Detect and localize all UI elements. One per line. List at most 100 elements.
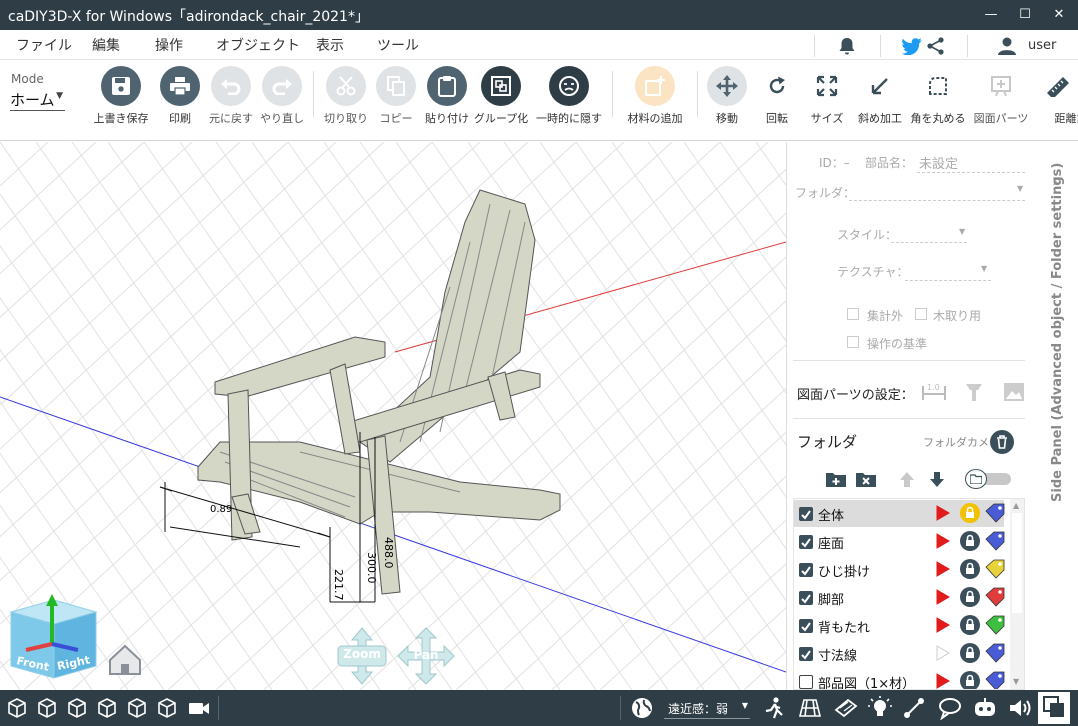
window-mode-button[interactable] [1038,692,1070,724]
walk-person-icon[interactable] [762,696,786,720]
play-icon[interactable] [936,617,950,633]
menu-file[interactable]: ファイル [16,35,72,55]
bell-icon[interactable] [837,36,857,56]
pan-control[interactable]: Pan [396,626,456,686]
menu-edit[interactable]: 編集 [92,35,120,55]
color-tag-icon[interactable] [984,587,1006,607]
cube-front-icon[interactable] [36,698,58,718]
trash-icon[interactable] [990,430,1014,454]
style-select[interactable] [891,242,967,243]
folder-visible-checkbox[interactable] [799,535,813,549]
perspective-select[interactable]: 遠近感：弱 ▼ [664,697,750,719]
move-down-icon[interactable] [929,470,945,488]
add-folder-icon[interactable] [825,470,847,488]
light-bulb-icon[interactable] [868,696,892,720]
board-icon[interactable] [834,696,858,720]
cube-top-icon[interactable] [66,698,88,718]
color-tag-icon[interactable] [984,531,1006,551]
cube-view-icon[interactable] [6,698,28,718]
drawing-parts-button[interactable]: 図面パーツ [974,66,1028,136]
color-tag-icon[interactable] [984,643,1006,663]
share-icon[interactable] [926,37,946,55]
user-icon[interactable] [996,36,1018,56]
lock-icon[interactable] [960,671,980,690]
redo-button[interactable]: やり直し [260,66,304,136]
user-name[interactable]: user [1028,38,1056,53]
menu-view[interactable]: 表示 [316,35,344,55]
folder-view-toggle[interactable] [963,469,1013,489]
adirondack-chair-model[interactable] [197,189,561,595]
lock-icon[interactable] [960,559,980,579]
floor-grid-icon[interactable] [798,696,822,720]
folder-row[interactable]: 部品図（1×材） [794,668,1006,690]
play-icon[interactable] [936,645,950,661]
lock-icon[interactable] [960,531,980,551]
play-icon[interactable] [936,533,950,549]
add-material-button[interactable]: 材料の追加 [628,66,683,136]
folder-row[interactable]: 寸法線 [794,640,1006,667]
mode-select[interactable]: ホーム ▼ [10,89,65,111]
round-corners-button[interactable]: 角を丸める [911,66,966,136]
view-cube[interactable]: Front Right [6,592,106,690]
lock-icon[interactable] [960,587,980,607]
menu-operation[interactable]: 操作 [155,35,183,55]
cutting-checkbox[interactable] [915,308,927,320]
part-name-input[interactable]: 未設定 [919,153,958,172]
folder-list-scrollbar[interactable]: ▲ ▼ [1010,499,1024,689]
camera-icon[interactable] [188,698,210,718]
cube-back-icon[interactable] [126,698,148,718]
scrollbar-thumb[interactable] [1012,513,1022,613]
3d-viewport[interactable]: 488.0 300.0 221.7 0.89 Front Right Zoom … [0,142,786,690]
color-tag-icon[interactable] [984,671,1006,690]
speech-bubble-icon[interactable] [938,696,962,720]
folder-visible-checkbox[interactable] [799,619,813,633]
viewport-canvas[interactable]: 488.0 300.0 221.7 0.89 [0,142,786,690]
home-view-icon[interactable] [106,642,144,676]
twitter-icon[interactable] [901,37,923,55]
folder-visible-checkbox[interactable] [799,563,813,577]
zoom-control[interactable]: Zoom [332,626,392,686]
minimize-button[interactable]: — [978,4,1004,26]
lock-icon[interactable] [960,615,980,635]
play-icon[interactable] [936,561,950,577]
bevel-button[interactable]: 斜め加工 [858,66,902,136]
scroll-down-icon[interactable]: ▼ [1013,677,1019,686]
folder-row[interactable]: ひじ掛け [794,556,1006,583]
color-tag-icon[interactable] [984,503,1006,523]
lock-icon[interactable] [960,503,980,523]
distance-meter-button[interactable]: 距離計 [1038,66,1078,136]
operation-base-checkbox[interactable] [847,336,859,348]
group-button[interactable]: グループ化 [474,66,528,136]
scroll-up-icon[interactable]: ▲ [1013,501,1019,510]
exclude-total-checkbox[interactable] [847,308,859,320]
assistant-robot-icon[interactable] [972,696,998,720]
play-icon[interactable] [936,673,950,689]
folder-row[interactable]: 背もたれ [794,612,1006,639]
folder-visible-checkbox[interactable] [799,675,813,689]
delete-folder-icon[interactable] [855,470,877,488]
folder-select[interactable] [849,200,1025,201]
rear-left-support[interactable] [329,363,361,455]
play-icon[interactable] [936,589,950,605]
drawing-pin-icon[interactable] [963,381,985,403]
close-button[interactable]: ✕ [1046,4,1072,26]
texture-select[interactable] [905,280,991,281]
color-tag-icon[interactable] [984,615,1006,635]
save-button[interactable]: 上書き保存 [94,66,149,136]
maximize-button[interactable]: ☐ [1012,4,1038,26]
dimension-part-icon[interactable]: 1.0 [921,382,947,402]
menu-tools[interactable]: ツール [377,35,419,55]
image-icon[interactable] [1003,382,1025,402]
cube-iso-icon[interactable] [156,698,178,718]
globe-icon[interactable] [630,696,654,720]
left-armrest[interactable] [214,336,386,398]
lock-icon[interactable] [960,643,980,663]
folder-visible-checkbox[interactable] [799,647,813,661]
hide-button[interactable]: 一時的に隠す [536,66,602,136]
menu-object[interactable]: オブジェクト [216,35,300,55]
folder-row[interactable]: 脚部 [794,584,1006,611]
measure-points-icon[interactable] [902,696,926,720]
color-tag-icon[interactable] [984,559,1006,579]
move-up-icon[interactable] [899,470,915,488]
cube-side-icon[interactable] [96,698,118,718]
